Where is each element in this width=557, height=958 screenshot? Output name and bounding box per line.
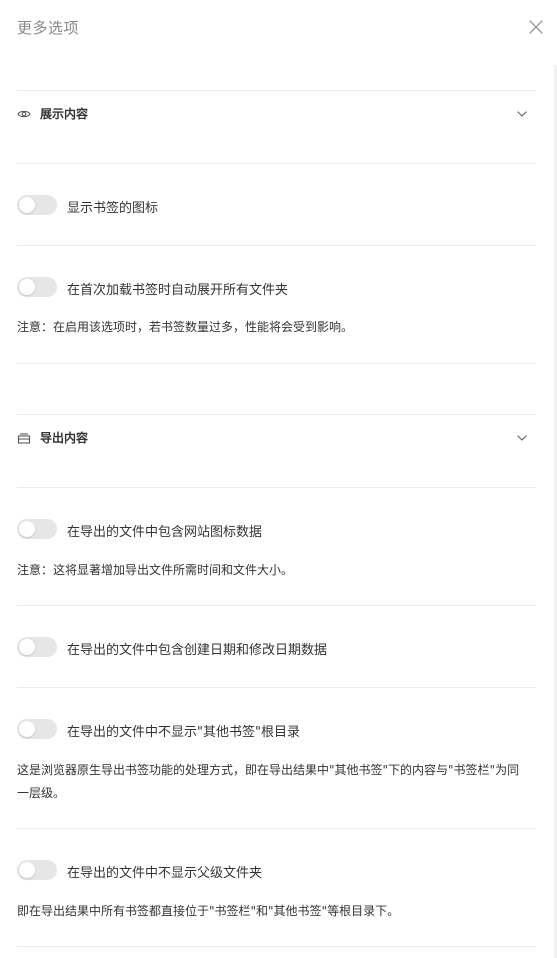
hide-other-bookmarks-note: 这是浏览器原生导出书签功能的处理方式，即在导出结果中"其他书签"下的内容与"书签…: [17, 763, 520, 800]
close-icon: [529, 20, 543, 34]
divider: [17, 946, 536, 947]
more-options-panel: 更多选项 展示内容 显示书签的图标 在首次加载书签时自动展开所有文件夹 注意：在…: [0, 0, 557, 958]
divider: [17, 687, 536, 688]
show-icon-label: 显示书签的图标: [67, 201, 159, 216]
chevron-down-icon: [517, 435, 527, 441]
panel-header: 更多选项: [0, 0, 557, 56]
include-favicon-note: 注意：这将显著增加导出文件所需时间和文件大小。: [17, 563, 294, 577]
toggle-knob: [19, 197, 35, 213]
expand-all-toggle[interactable]: [17, 277, 57, 297]
divider: [17, 163, 536, 164]
divider: [17, 245, 536, 246]
toggle-knob: [19, 279, 35, 295]
hide-parent-folder-toggle[interactable]: [17, 860, 57, 880]
show-icon-toggle[interactable]: [17, 195, 57, 215]
toggle-knob: [19, 721, 35, 737]
archive-icon: [17, 433, 31, 444]
hide-parent-folder-note: 即在导出结果中所有书签都直接位于"书签栏"和"其他书签"等根目录下。: [17, 904, 400, 918]
hide-other-bookmarks-toggle[interactable]: [17, 719, 57, 739]
include-favicon-toggle[interactable]: [17, 519, 57, 539]
section-export-header[interactable]: 导出内容: [17, 423, 536, 453]
divider: [17, 90, 536, 91]
hide-other-bookmarks-label: 在导出的文件中不显示"其他书签"根目录: [67, 725, 300, 740]
include-dates-toggle[interactable]: [17, 637, 57, 657]
toggle-knob: [19, 862, 35, 878]
divider: [17, 363, 536, 364]
section-display-header[interactable]: 展示内容: [17, 99, 536, 129]
divider: [17, 605, 536, 606]
eye-icon: [17, 110, 31, 118]
panel-title: 更多选项: [17, 19, 80, 37]
section-display-title: 展示内容: [40, 107, 89, 121]
expand-all-label: 在首次加载书签时自动展开所有文件夹: [67, 283, 289, 298]
divider: [17, 828, 536, 829]
include-dates-label: 在导出的文件中包含创建日期和修改日期数据: [67, 643, 328, 658]
section-export-title: 导出内容: [40, 431, 89, 445]
toggle-knob: [19, 521, 35, 537]
chevron-down-icon: [517, 111, 527, 117]
divider: [17, 414, 536, 415]
expand-all-note: 注意：在启用该选项时，若书签数量过多，性能将会受到影响。: [17, 320, 354, 334]
toggle-knob: [19, 639, 35, 655]
hide-parent-folder-label: 在导出的文件中不显示父级文件夹: [67, 866, 263, 881]
divider: [17, 487, 536, 488]
include-favicon-label: 在导出的文件中包含网站图标数据: [67, 525, 263, 540]
close-button[interactable]: [527, 18, 545, 36]
